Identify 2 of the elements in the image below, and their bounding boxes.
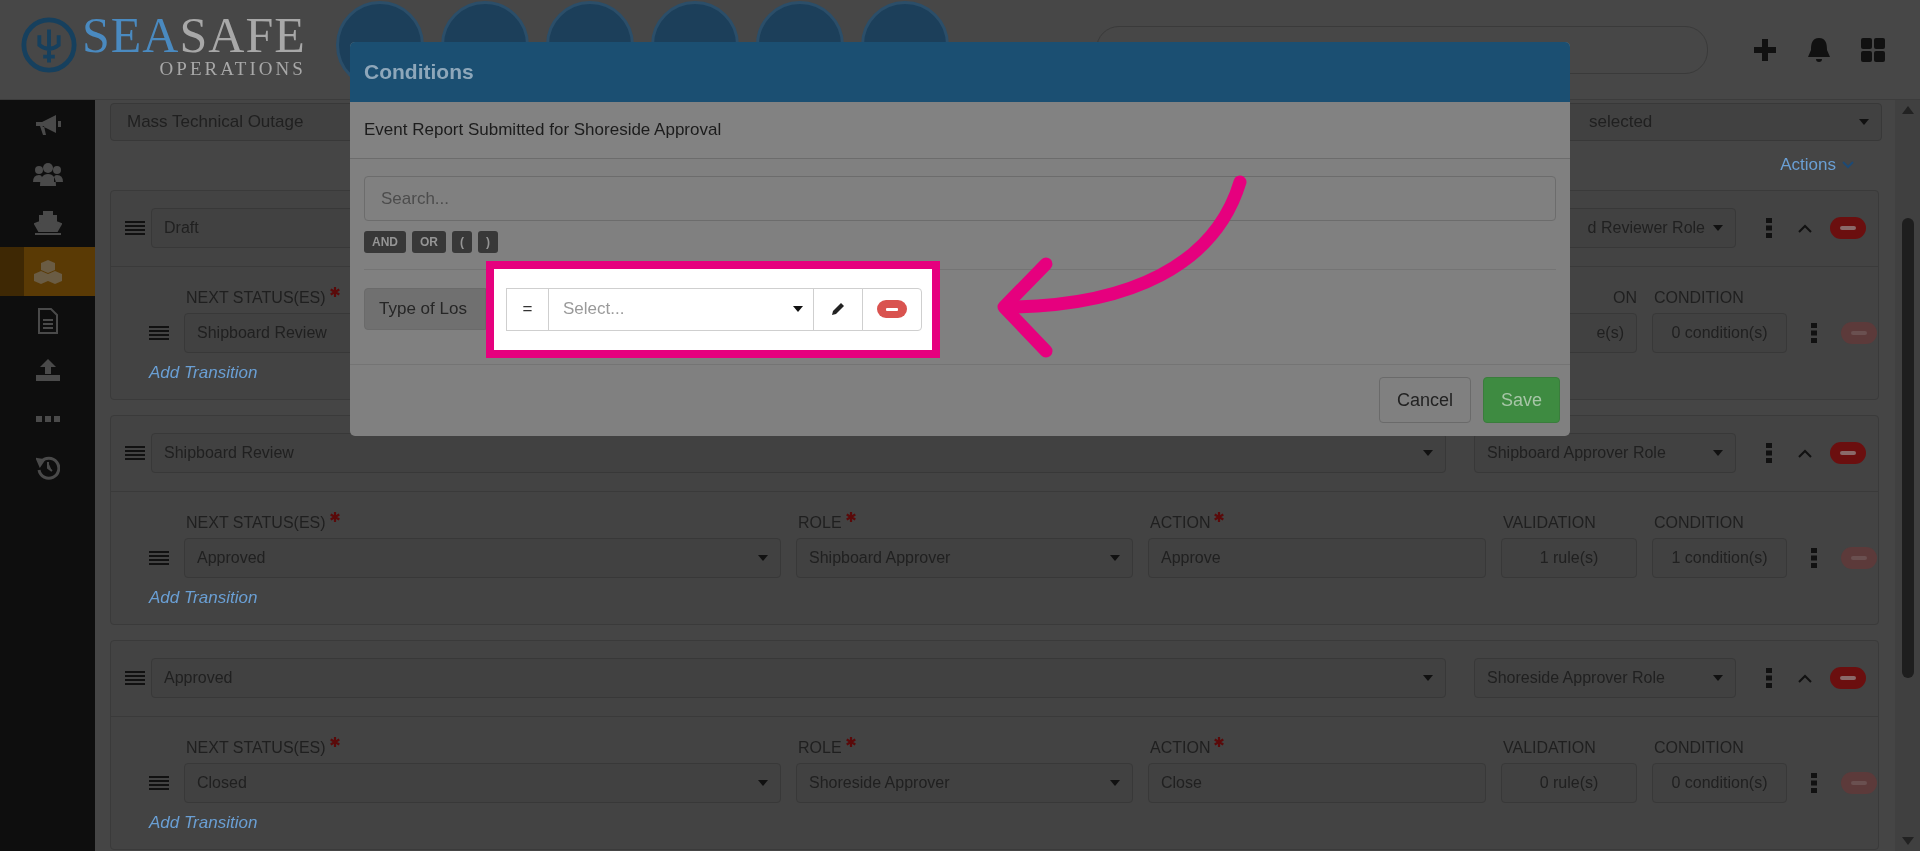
dialog-subtitle: Event Report Submitted for Shoreside Approval	[364, 120, 722, 140]
dialog-title: Conditions	[364, 60, 474, 84]
